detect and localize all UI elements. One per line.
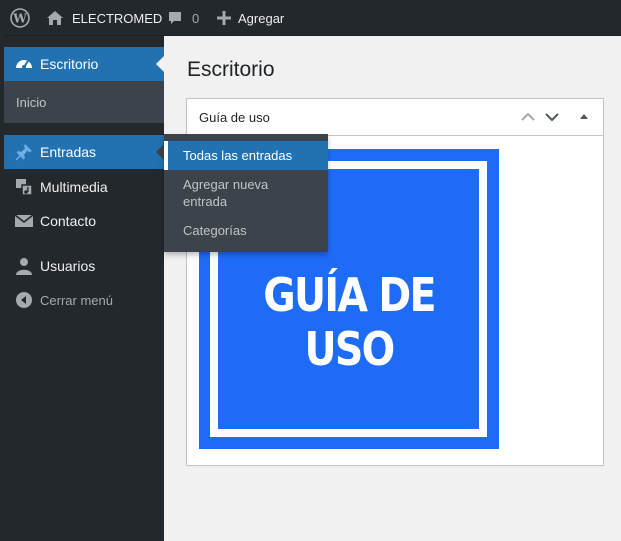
chevron-up-icon: [521, 112, 535, 121]
admin-sidebar: Escritorio Inicio Entradas Multimedia Co…: [0, 36, 164, 541]
widget-header: Guía de uso: [187, 99, 603, 136]
flyout-item-categorias[interactable]: Categorías: [164, 222, 328, 239]
entradas-flyout-menu: Todas las entradas Agregar nueva entrada…: [164, 134, 328, 252]
site-name-link[interactable]: ELECTROMED: [46, 0, 162, 36]
user-icon: [14, 256, 34, 276]
admin-bar: W ELECTROMED 0 Agregar: [0, 0, 621, 36]
sidebar-item-entradas[interactable]: Entradas: [4, 135, 164, 169]
sidebar-item-label: Multimedia: [40, 179, 108, 195]
sidebar-item-label: Entradas: [40, 144, 97, 160]
wordpress-icon: W: [10, 8, 30, 28]
flyout-item-agregar-nueva-entrada[interactable]: Agregar nueva entrada: [164, 176, 284, 210]
window-edge: [0, 0, 4, 541]
sidebar-item-usuarios[interactable]: Usuarios: [4, 251, 164, 281]
sidebar-item-multimedia[interactable]: Multimedia: [4, 172, 164, 202]
sidebar-item-escritorio[interactable]: Escritorio: [4, 47, 164, 81]
sidebar-item-label: Escritorio: [40, 56, 99, 72]
sidebar-item-label: Cerrar menú: [40, 292, 113, 308]
chevron-down-icon: [545, 113, 559, 122]
submenu-escritorio: Inicio: [4, 81, 164, 123]
new-content-label: Agregar: [238, 10, 285, 26]
page-title: Escritorio: [187, 58, 275, 81]
home-icon: [47, 11, 63, 25]
widget-title: Guía de uso: [199, 110, 270, 125]
site-name-label: ELECTROMED: [72, 10, 163, 26]
pin-icon: [14, 142, 34, 162]
plus-icon: [217, 11, 231, 25]
submenu-item-inicio[interactable]: Inicio: [16, 95, 46, 110]
sidebar-item-contacto[interactable]: Contacto: [4, 206, 164, 236]
svg-text:W: W: [12, 12, 27, 26]
guide-image-title: GUÍA DE USO: [263, 268, 436, 376]
comment-bubble-icon: [169, 12, 181, 24]
move-up-button[interactable]: [519, 108, 537, 126]
media-icon: [14, 177, 34, 197]
comments-link[interactable]: 0: [167, 0, 199, 36]
sidebar-item-label: Contacto: [40, 213, 97, 229]
move-down-button[interactable]: [543, 108, 561, 126]
collapse-menu-button[interactable]: Cerrar menú: [4, 285, 164, 315]
wordpress-logo-button[interactable]: W: [10, 0, 30, 36]
collapse-icon: [14, 290, 34, 310]
mail-icon: [14, 211, 34, 231]
flyout-item-todas-las-entradas[interactable]: Todas las entradas: [164, 141, 328, 170]
dashboard-icon: [14, 54, 34, 74]
new-content-button[interactable]: Agregar: [217, 0, 284, 36]
caret-up-icon: [580, 114, 588, 119]
toggle-panel-button[interactable]: [575, 108, 593, 126]
comments-count: 0: [192, 10, 200, 26]
sidebar-item-label: Usuarios: [40, 258, 96, 274]
